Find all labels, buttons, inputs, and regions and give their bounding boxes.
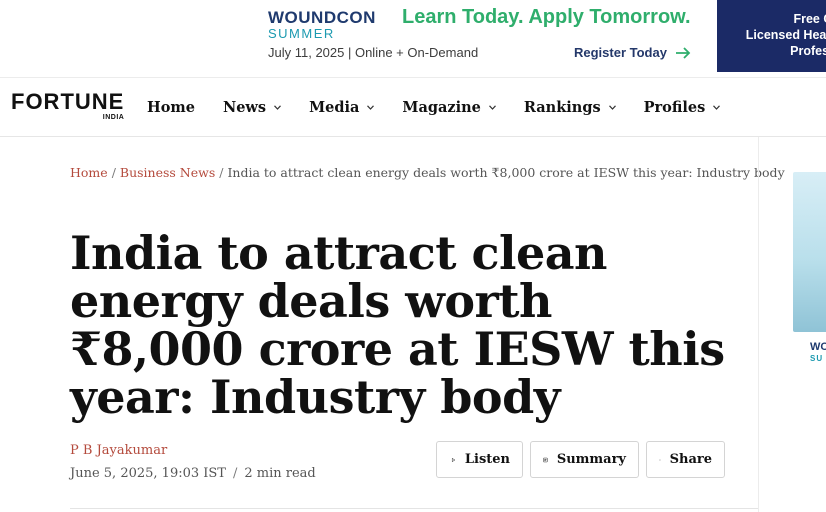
nav-item-label: Magazine [402, 99, 481, 116]
article-headline: India to attract clean energy deals wort… [70, 226, 725, 424]
ad-logo-main: WOUNDCON [268, 8, 376, 27]
ad-logo: WOUNDCON SUMMER [268, 9, 376, 41]
ad-register-label: Register Today [574, 45, 667, 60]
article-meta: June 5, 2025, 19:03 IST / 2 min read [70, 466, 316, 481]
nav-item-news[interactable]: News [222, 99, 282, 116]
brand-name: FORTUNE [11, 89, 125, 114]
author-link[interactable]: P B Jayakumar [70, 443, 167, 458]
breadcrumb: Home / Business News / India to attract clea… [70, 165, 785, 180]
chevron-down-icon [713, 105, 721, 110]
arrow-right-icon [675, 46, 691, 59]
chevron-down-icon [488, 105, 496, 110]
ad-side-line3: Profess [790, 44, 826, 58]
summary-icon [543, 457, 548, 462]
ad-tagline: Learn Today. Apply Tomorrow. [402, 6, 691, 28]
share-label: Share [669, 452, 712, 467]
nav-item-label: Profiles [643, 99, 706, 116]
chevron-down-icon [274, 105, 282, 110]
article-actions: Listen Summary Share [436, 441, 725, 478]
chevron-down-icon [608, 105, 616, 110]
nav-item-label: Home [147, 99, 195, 116]
publish-date: June 5, 2025, 19:03 IST [70, 466, 226, 481]
sidebar-divider [758, 137, 759, 512]
breadcrumb-home[interactable]: Home [70, 165, 108, 180]
nav-item-home[interactable]: Home [147, 99, 195, 116]
breadcrumb-separator: / [219, 165, 224, 180]
main-nav: FORTUNE INDIA Home News Media Magazine R… [0, 78, 826, 137]
nav-item-rankings[interactable]: Rankings [524, 99, 616, 116]
ad-logo-sub: SUMMER [268, 26, 335, 41]
read-time: 2 min read [244, 466, 316, 481]
nav-menu: Home News Media Magazine Rankings Profil… [147, 78, 748, 137]
ad-register-link[interactable]: Register Today [574, 45, 691, 60]
ad-date: July 11, 2025 | Online + On-Demand [268, 45, 479, 60]
top-ad-banner[interactable]: WOUNDCON SUMMER Learn Today. Apply Tomor… [0, 0, 826, 78]
summary-label: Summary [556, 452, 626, 467]
nav-item-magazine[interactable]: Magazine [402, 99, 496, 116]
nav-item-profiles[interactable]: Profiles [644, 99, 721, 116]
sidebar-ad-text[interactable]: WO SU [810, 342, 826, 364]
listen-label: Listen [464, 452, 510, 467]
breadcrumb-current: India to attract clean energy deals wort… [227, 165, 785, 180]
nav-item-label: Rankings [523, 99, 601, 116]
meta-separator: / [232, 466, 238, 481]
share-icon [659, 458, 661, 461]
sidebar-ad-text2: SU [810, 354, 824, 363]
article-content: Home / Business News / India to attract clea… [0, 137, 785, 512]
listen-button[interactable]: Listen [436, 441, 523, 478]
breadcrumb-section[interactable]: Business News [120, 165, 215, 180]
share-button[interactable]: Share [646, 441, 725, 478]
nav-item-label: Media [309, 99, 360, 116]
summary-button[interactable]: Summary [530, 441, 639, 478]
sidebar-ad-image[interactable] [793, 172, 826, 332]
ad-side-line1: Free Ch [793, 12, 826, 26]
nav-item-media[interactable]: Media [309, 99, 375, 116]
fortune-india-logo[interactable]: FORTUNE INDIA [11, 89, 125, 122]
breadcrumb-separator: / [111, 165, 116, 180]
content-divider [70, 508, 758, 509]
brand-sub: INDIA [102, 114, 125, 121]
ad-side-panel[interactable]: Free Ch Licensed Healt Profess [717, 0, 826, 72]
sidebar-ad-text1: WO [810, 341, 826, 353]
chevron-down-icon [367, 105, 375, 110]
ad-side-line2: Licensed Healt [745, 28, 826, 42]
play-icon [451, 457, 456, 462]
nav-item-label: News [222, 99, 267, 116]
